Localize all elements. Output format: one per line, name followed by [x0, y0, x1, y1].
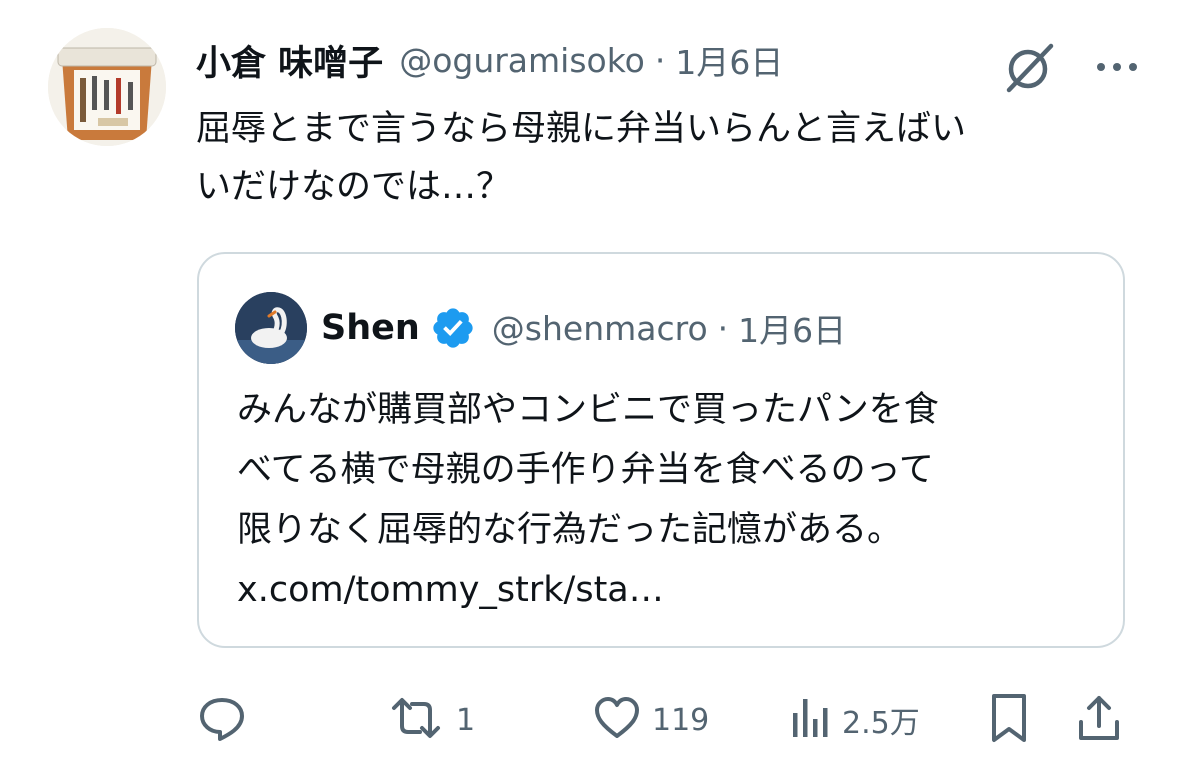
tweet-header: 小倉 味噌子 @oguramisoko · 1月6日 — [196, 34, 783, 86]
author-display-name[interactable]: 小倉 味噌子 — [196, 35, 383, 86]
bookmark-icon — [988, 692, 1030, 748]
quote-date[interactable]: 1月6日 — [738, 304, 846, 352]
tweet-action-bar: 1 119 2.5万 — [196, 690, 1126, 750]
miso-container-image — [48, 28, 166, 146]
verified-badge-icon — [430, 305, 476, 351]
retweet-button[interactable]: 1 — [386, 690, 475, 750]
views-count: 2.5万 — [842, 706, 920, 741]
views-icon — [790, 695, 832, 745]
author-avatar[interactable] — [48, 28, 166, 146]
quoted-tweet-card[interactable]: Shen @shenmacro · 1月6日 みんなが購買部やコンビニで買ったパ… — [197, 252, 1125, 648]
quote-author-avatar[interactable] — [235, 292, 307, 364]
quote-header-separator: · — [717, 308, 729, 348]
grok-icon[interactable] — [1001, 38, 1059, 100]
quote-author-display-name[interactable]: Shen — [321, 308, 420, 348]
heart-icon — [592, 693, 642, 747]
quote-author-handle[interactable]: @shenmacro — [492, 309, 708, 348]
tweet-text: 屈辱とまで言うなら母親に弁当いらんと言えばい いだけなのでは…？ — [196, 109, 967, 207]
retweet-icon — [386, 692, 446, 748]
quote-header: Shen @shenmacro · 1月6日 — [321, 300, 846, 356]
bookmark-button[interactable] — [988, 690, 1030, 750]
share-button[interactable] — [1076, 690, 1122, 750]
like-count: 119 — [652, 702, 710, 738]
more-icon[interactable] — [1095, 57, 1139, 81]
swan-image — [235, 292, 307, 364]
quote-text: みんなが購買部やコンビニで買ったパンを食 べてる横で母親の手作り弁当を食べるのっ… — [237, 390, 939, 610]
retweet-count: 1 — [456, 702, 476, 738]
views-button[interactable]: 2.5万 — [790, 690, 920, 750]
reply-icon — [196, 692, 248, 748]
share-icon — [1076, 692, 1122, 748]
tweet-top-actions — [1001, 38, 1139, 100]
like-button[interactable]: 119 — [592, 690, 709, 750]
tweet-date[interactable]: 1月6日 — [675, 36, 783, 84]
reply-button[interactable] — [196, 690, 248, 750]
header-separator: · — [654, 40, 666, 80]
author-handle[interactable]: @oguramisoko — [399, 41, 645, 80]
